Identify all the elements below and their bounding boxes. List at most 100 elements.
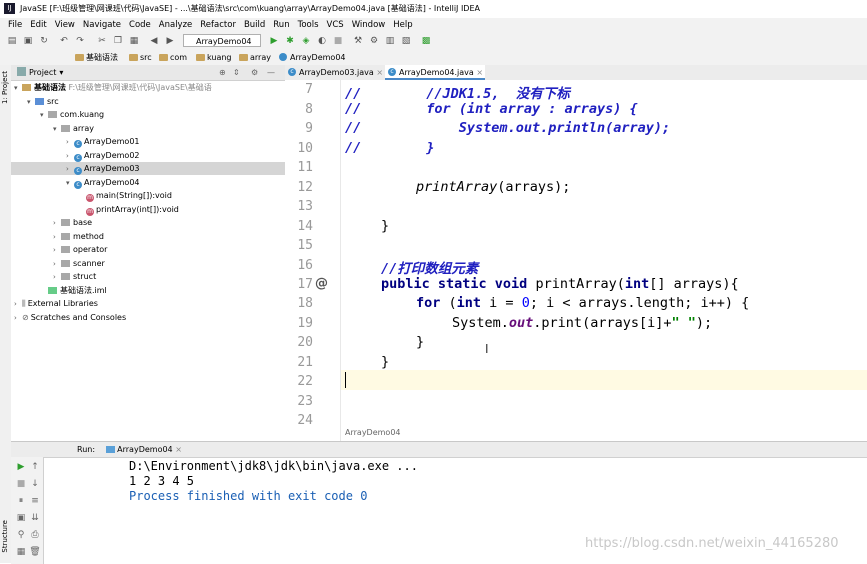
tree-root[interactable]: ▾ 基础语法 F:\班级管理\网课班\代码\JavaSE\基础语 [14, 81, 212, 94]
override-marker-icon[interactable]: @ [315, 276, 328, 291]
menu-vcs[interactable]: VCS [327, 18, 344, 32]
run-icon[interactable]: ▶ [268, 35, 280, 47]
rerun-icon[interactable]: ▶ [15, 461, 27, 473]
menu-file[interactable]: File [8, 18, 22, 32]
tree-folder[interactable]: › operator [53, 243, 107, 256]
build-icon[interactable]: ⚒ [352, 35, 364, 47]
structure-icon[interactable]: ▧ [400, 35, 412, 47]
close-icon[interactable]: × [376, 68, 383, 77]
breadcrumb-item[interactable]: kuang [195, 51, 232, 64]
run-tab[interactable]: ArrayDemo04 [117, 445, 173, 454]
tree-method[interactable]: m main(String[]):void [86, 189, 172, 202]
vcs-icon[interactable]: ▩ [420, 35, 432, 47]
print-icon[interactable]: ⎙ [29, 529, 41, 541]
breadcrumb-item[interactable]: ArrayDemo04 [278, 51, 346, 64]
debug-icon[interactable]: ✱ [284, 35, 296, 47]
collapse-icon[interactable]: ⇕ [233, 65, 240, 80]
class-icon: c [388, 68, 396, 76]
structure-tool-button[interactable]: Structure [1, 520, 10, 553]
wrap-icon[interactable]: ≡ [29, 495, 41, 507]
watermark: https://blog.csdn.net/weixin_44165280 [585, 536, 839, 551]
layout-icon[interactable]: ▦ [15, 546, 27, 558]
package-icon [61, 125, 70, 132]
tree-iml[interactable]: 基础语法.iml [40, 284, 107, 297]
save-icon[interactable]: ▣ [22, 35, 34, 47]
down-icon[interactable]: ↓ [29, 478, 41, 490]
tree-external-libraries[interactable]: › ⫼ External Libraries [14, 297, 98, 310]
redo-icon[interactable]: ↷ [74, 35, 86, 47]
menu-window[interactable]: Window [352, 18, 386, 32]
tree-method[interactable]: m printArray(int[]):void [86, 203, 179, 216]
stop-icon[interactable]: ■ [332, 35, 344, 47]
close-icon[interactable]: × [175, 445, 182, 454]
code-line-7: // //JDK1.5, 没有下标 [345, 86, 570, 102]
sync-icon[interactable]: ↻ [38, 35, 50, 47]
menu-analyze[interactable]: Analyze [159, 18, 193, 32]
wrench-icon[interactable]: ⚙ [368, 35, 380, 47]
pause-icon[interactable]: ⏸ [15, 495, 27, 507]
class-icon [279, 53, 287, 61]
menu-bar: File Edit View Navigate Code Analyze Refactor B… [0, 18, 867, 32]
chevron-down-icon[interactable]: ▾ [59, 68, 63, 77]
tree-class[interactable]: › c ArrayDemo02 [66, 149, 140, 162]
line-number: 14 [297, 219, 313, 234]
close-icon[interactable]: × [476, 68, 483, 77]
tree-class[interactable]: ▾ c ArrayDemo04 [66, 176, 140, 189]
forward-icon[interactable]: ▶ [164, 35, 176, 47]
tree-src[interactable]: ▾ src [27, 95, 59, 108]
run-configuration-select[interactable]: ArrayDemo04 [183, 34, 261, 47]
locate-icon[interactable]: ⊕ [219, 65, 226, 80]
breadcrumb-item[interactable]: src [128, 51, 152, 64]
breadcrumb-item[interactable]: com [158, 51, 187, 64]
tree-class[interactable]: › c ArrayDemo01 [66, 135, 140, 148]
breadcrumb-item[interactable]: array [238, 51, 271, 64]
open-folder-icon[interactable]: ▤ [6, 35, 18, 47]
tree-package[interactable]: ▾ com.kuang [40, 108, 104, 121]
tree-scratches[interactable]: › ⊘ Scratches and Consoles [14, 311, 126, 324]
restore-layout-icon[interactable]: ▣ [15, 512, 27, 524]
title-bar: IJ JavaSE [F:\班级管理\网课班\代码\JavaSE] - ...\… [0, 0, 867, 19]
hide-icon[interactable]: — [267, 65, 275, 80]
undo-icon[interactable]: ↶ [58, 35, 70, 47]
line-number: 18 [297, 296, 313, 311]
sdk-icon[interactable]: ▥ [384, 35, 396, 47]
scroll-end-icon[interactable]: ⇊ [29, 512, 41, 524]
menu-help[interactable]: Help [393, 18, 412, 32]
menu-edit[interactable]: Edit [30, 18, 46, 32]
tree-folder[interactable]: › struct [53, 270, 96, 283]
tree-folder[interactable]: › scanner [53, 257, 105, 270]
profile-icon[interactable]: ◐ [316, 35, 328, 47]
paste-icon[interactable]: ▦ [128, 35, 140, 47]
project-view-select[interactable]: Project [29, 68, 56, 77]
trash-icon[interactable]: 🗑 [29, 546, 41, 558]
up-icon[interactable]: ↑ [29, 461, 41, 473]
menu-refactor[interactable]: Refactor [200, 18, 236, 32]
menu-run[interactable]: Run [273, 18, 289, 32]
tree-folder[interactable]: › base [53, 216, 92, 229]
copy-icon[interactable]: ❐ [112, 35, 124, 47]
menu-tools[interactable]: Tools [298, 18, 319, 32]
code-line-18: for (int i = 0; i < arrays.length; i++) … [416, 295, 750, 311]
tab-arraydemo04[interactable]: c ArrayDemo04.java × [385, 65, 485, 80]
menu-navigate[interactable]: Navigate [83, 18, 121, 32]
breadcrumb-item[interactable]: 基础语法 [74, 51, 118, 64]
stop-icon[interactable]: ■ [15, 478, 27, 490]
menu-view[interactable]: View [55, 18, 75, 32]
coverage-icon[interactable]: ◈ [300, 35, 312, 47]
project-panel-header: Project ▾ ⊕ ⇕ ⚙ — [11, 65, 285, 81]
cut-icon[interactable]: ✂ [96, 35, 108, 47]
project-tool-button[interactable]: 1: Project [1, 71, 10, 104]
editor-status-breadcrumb[interactable]: ArrayDemo04 [345, 428, 401, 437]
code-editor[interactable]: 7 8 9 10 11 12 13 14 15 16 17 18 19 20 2… [285, 80, 867, 441]
tree-folder[interactable]: › method [53, 230, 104, 243]
project-panel: Project ▾ ⊕ ⇕ ⚙ — ▾ 基础语法 F:\班级管理\网课班\代码\Ja… [11, 65, 286, 441]
tree-class-selected[interactable]: › c ArrayDemo03 [66, 162, 140, 175]
menu-build[interactable]: Build [244, 18, 265, 32]
back-icon[interactable]: ◀ [148, 35, 160, 47]
code-line-8: // for (int array : arrays) { [345, 101, 638, 117]
tree-array[interactable]: ▾ array [53, 122, 94, 135]
tab-arraydemo03[interactable]: c ArrayDemo03.java × [285, 65, 385, 80]
gear-icon[interactable]: ⚙ [251, 65, 258, 80]
pin-icon[interactable]: ⚲ [15, 529, 27, 541]
menu-code[interactable]: Code [129, 18, 151, 32]
